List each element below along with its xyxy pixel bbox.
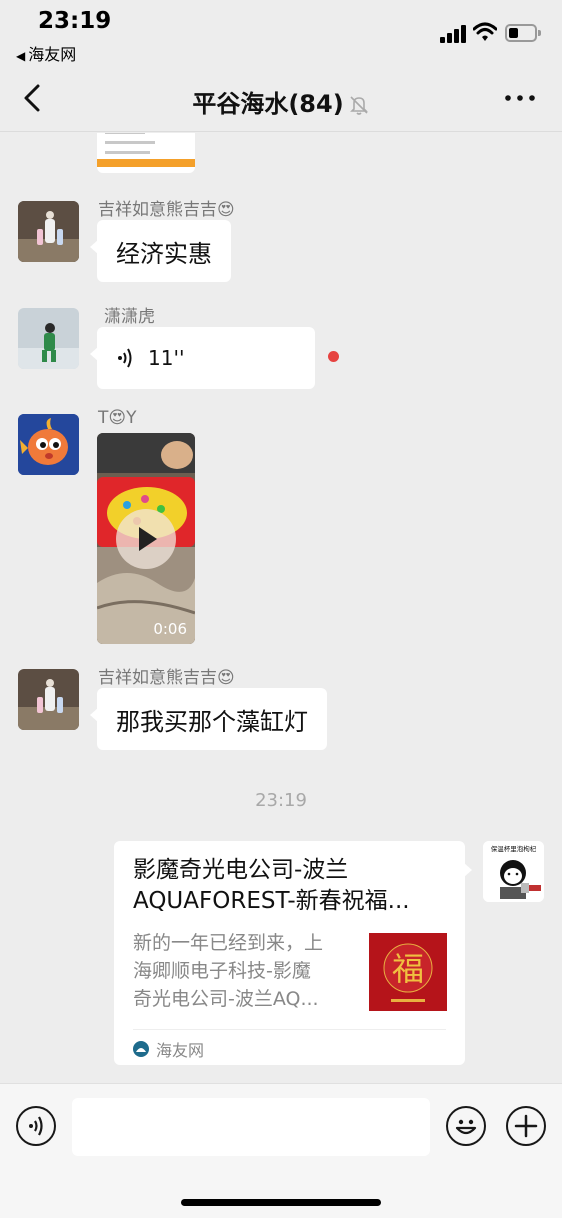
sender-name: 吉祥如意熊吉吉😍 bbox=[98, 668, 235, 688]
chat-header: 平谷海水(84) bbox=[0, 66, 562, 132]
input-bar bbox=[0, 1083, 562, 1218]
unread-dot bbox=[328, 351, 339, 362]
card-thumbnail: 福 bbox=[369, 933, 447, 1011]
battery-icon bbox=[505, 24, 541, 42]
card-source: 海友网 bbox=[133, 1037, 204, 1061]
back-to-app-link[interactable]: ◀ 海友网 bbox=[16, 41, 76, 65]
status-bar: 23:19 ◀ 海友网 bbox=[0, 0, 562, 66]
back-app-label: 海友网 bbox=[28, 45, 77, 64]
chat-title: 平谷海水(84) bbox=[0, 84, 562, 119]
status-time: 23:19 bbox=[38, 8, 112, 34]
sender-name: 吉祥如意熊吉吉😍 bbox=[98, 200, 235, 220]
chat-messages[interactable]: 吉祥如意熊吉吉😍 经济实惠 潇潇虎 11'' T😍Y 0:06 吉祥如意熊吉吉😍… bbox=[0, 133, 562, 1083]
thumb-fu-char: 福 bbox=[392, 950, 424, 988]
self-avatar[interactable]: 保温杯里泡枸杞 bbox=[483, 841, 544, 902]
link-card-message[interactable]: 影魔奇光电公司-波兰 AQUAFOREST-新春祝福... 新的一年已经到来，上… bbox=[114, 841, 472, 1065]
mute-bell-icon bbox=[349, 96, 368, 115]
emoji-button[interactable] bbox=[446, 1106, 486, 1146]
back-triangle-icon: ◀ bbox=[16, 49, 26, 63]
image-message-partial[interactable] bbox=[97, 133, 195, 173]
source-logo-icon bbox=[133, 1041, 149, 1057]
card-title: 影魔奇光电公司-波兰 AQUAFOREST-新春祝福... bbox=[133, 857, 410, 914]
wifi-icon bbox=[473, 22, 497, 41]
signal-icon bbox=[440, 24, 468, 43]
avatar[interactable] bbox=[18, 308, 79, 369]
more-options-icon[interactable] bbox=[502, 86, 538, 110]
voice-wave-icon bbox=[118, 348, 132, 368]
smiley-icon bbox=[455, 1119, 477, 1135]
message-text: 经济实惠 bbox=[116, 239, 212, 268]
card-description: 新的一年已经到来，上 海卿顺电子科技-影魔 奇光电公司-波兰AQ... bbox=[133, 932, 324, 1010]
more-functions-button[interactable] bbox=[506, 1106, 546, 1146]
self-avatar-caption: 保温杯里泡枸杞 bbox=[491, 844, 537, 853]
plus-icon bbox=[514, 1114, 538, 1138]
avatar[interactable] bbox=[18, 201, 79, 262]
text-message-bubble[interactable]: 那我买那个藻缸灯 bbox=[90, 688, 327, 750]
sender-name: 潇潇虎 bbox=[104, 307, 155, 327]
play-icon[interactable] bbox=[116, 509, 176, 569]
home-indicator[interactable] bbox=[181, 1199, 381, 1206]
card-divider bbox=[133, 1029, 446, 1030]
message-timestamp: 23:19 bbox=[255, 790, 307, 811]
voice-duration: 11'' bbox=[148, 346, 185, 370]
voice-message-bubble[interactable]: 11'' bbox=[90, 327, 315, 389]
video-message[interactable]: 0:06 bbox=[97, 433, 195, 644]
message-input[interactable] bbox=[72, 1098, 430, 1156]
avatar[interactable] bbox=[18, 669, 79, 730]
voice-icon bbox=[29, 1116, 43, 1136]
text-message-bubble[interactable]: 经济实惠 bbox=[90, 220, 231, 282]
avatar[interactable] bbox=[18, 414, 79, 475]
sender-name: T😍Y bbox=[98, 408, 137, 428]
card-source-label: 海友网 bbox=[156, 1041, 205, 1060]
video-duration: 0:06 bbox=[153, 620, 187, 638]
voice-input-button[interactable] bbox=[16, 1106, 56, 1146]
chat-title-text: 平谷海水(84) bbox=[192, 90, 344, 118]
message-text: 那我买那个藻缸灯 bbox=[116, 707, 308, 736]
